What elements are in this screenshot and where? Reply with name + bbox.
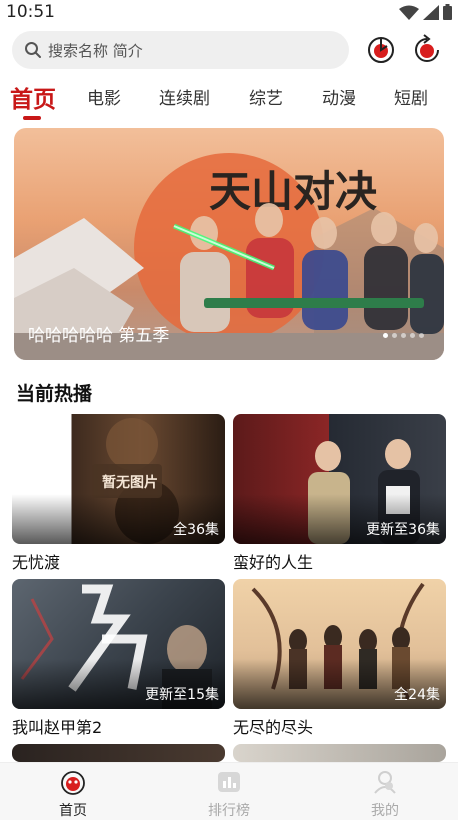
signal-icon: [423, 4, 439, 20]
card-poster: [233, 744, 446, 762]
nav-profile-label: 我的: [371, 803, 399, 819]
video-card[interactable]: 暂无图片 全36集 无忧渡: [12, 414, 225, 573]
status-icons: [399, 4, 452, 20]
ranking-icon: [218, 772, 240, 792]
banner-carousel[interactable]: 天山对决 哈哈哈哈哈 第五季: [14, 128, 444, 360]
search-icon: [25, 42, 41, 58]
history-icon[interactable]: [366, 34, 396, 64]
card-poster: 暂无图片 全36集: [12, 414, 225, 544]
card-poster: 更新至36集: [233, 414, 446, 544]
nav-home[interactable]: 首页: [33, 769, 113, 820]
video-card[interactable]: [12, 744, 225, 762]
status-time: 10:51: [6, 2, 55, 22]
card-title: 无尽的尽头: [233, 718, 314, 737]
video-card[interactable]: 更新至15集 我叫赵甲第2: [12, 579, 225, 738]
card-poster: 全24集: [233, 579, 446, 709]
card-title: 无忧渡: [12, 553, 61, 572]
active-tab-indicator: [23, 116, 41, 120]
banner-caption: 哈哈哈哈哈 第五季: [28, 326, 170, 346]
carousel-dot: [383, 333, 388, 338]
bottom-nav: 首页 排行榜 我的: [0, 762, 458, 820]
home-icon: [61, 771, 85, 795]
search-input[interactable]: 搜索名称 简介: [12, 31, 349, 69]
card-title: 我叫赵甲第2: [12, 718, 103, 737]
nav-ranking-label: 排行榜: [208, 803, 250, 819]
tab-home[interactable]: 首页: [10, 80, 56, 114]
section-title: 当前热播: [16, 383, 93, 405]
episode-badge: 全36集: [173, 522, 219, 538]
episode-badge: 更新至15集: [145, 687, 219, 703]
nav-ranking[interactable]: 排行榜: [189, 769, 269, 820]
tab-anime[interactable]: 动漫: [322, 84, 356, 109]
card-title: 蛮好的人生: [233, 553, 314, 572]
refresh-icon[interactable]: [412, 34, 442, 64]
banner-logo-text: 天山对决: [209, 167, 377, 216]
tab-variety[interactable]: 综艺: [249, 84, 283, 109]
nav-profile[interactable]: 我的: [345, 769, 425, 820]
search-placeholder: 搜索名称 简介: [48, 41, 143, 60]
tab-movie[interactable]: 电影: [87, 84, 121, 109]
video-card[interactable]: 全24集 无尽的尽头: [233, 579, 446, 738]
carousel-dot: [419, 333, 424, 338]
card-poster: [12, 744, 225, 762]
video-card[interactable]: [233, 744, 446, 762]
nav-home-label: 首页: [59, 803, 87, 819]
profile-icon: [374, 771, 396, 794]
video-card[interactable]: 更新至36集 蛮好的人生: [233, 414, 446, 573]
carousel-dots: [383, 333, 424, 338]
carousel-dot: [401, 333, 406, 338]
tab-series[interactable]: 连续剧: [159, 84, 210, 109]
no-image-text: 暂无图片: [102, 474, 158, 491]
carousel-dot: [392, 333, 397, 338]
status-bar: 10:51: [0, 0, 458, 24]
episode-badge: 更新至36集: [366, 522, 440, 538]
category-tabs: 首页 电影 连续剧 综艺 动漫 短剧: [0, 80, 458, 120]
tab-short-drama[interactable]: 短剧: [394, 84, 428, 109]
wifi-icon: [399, 5, 419, 20]
card-poster: 更新至15集: [12, 579, 225, 709]
carousel-dot: [410, 333, 415, 338]
episode-badge: 全24集: [394, 687, 440, 703]
battery-icon: [443, 4, 452, 20]
